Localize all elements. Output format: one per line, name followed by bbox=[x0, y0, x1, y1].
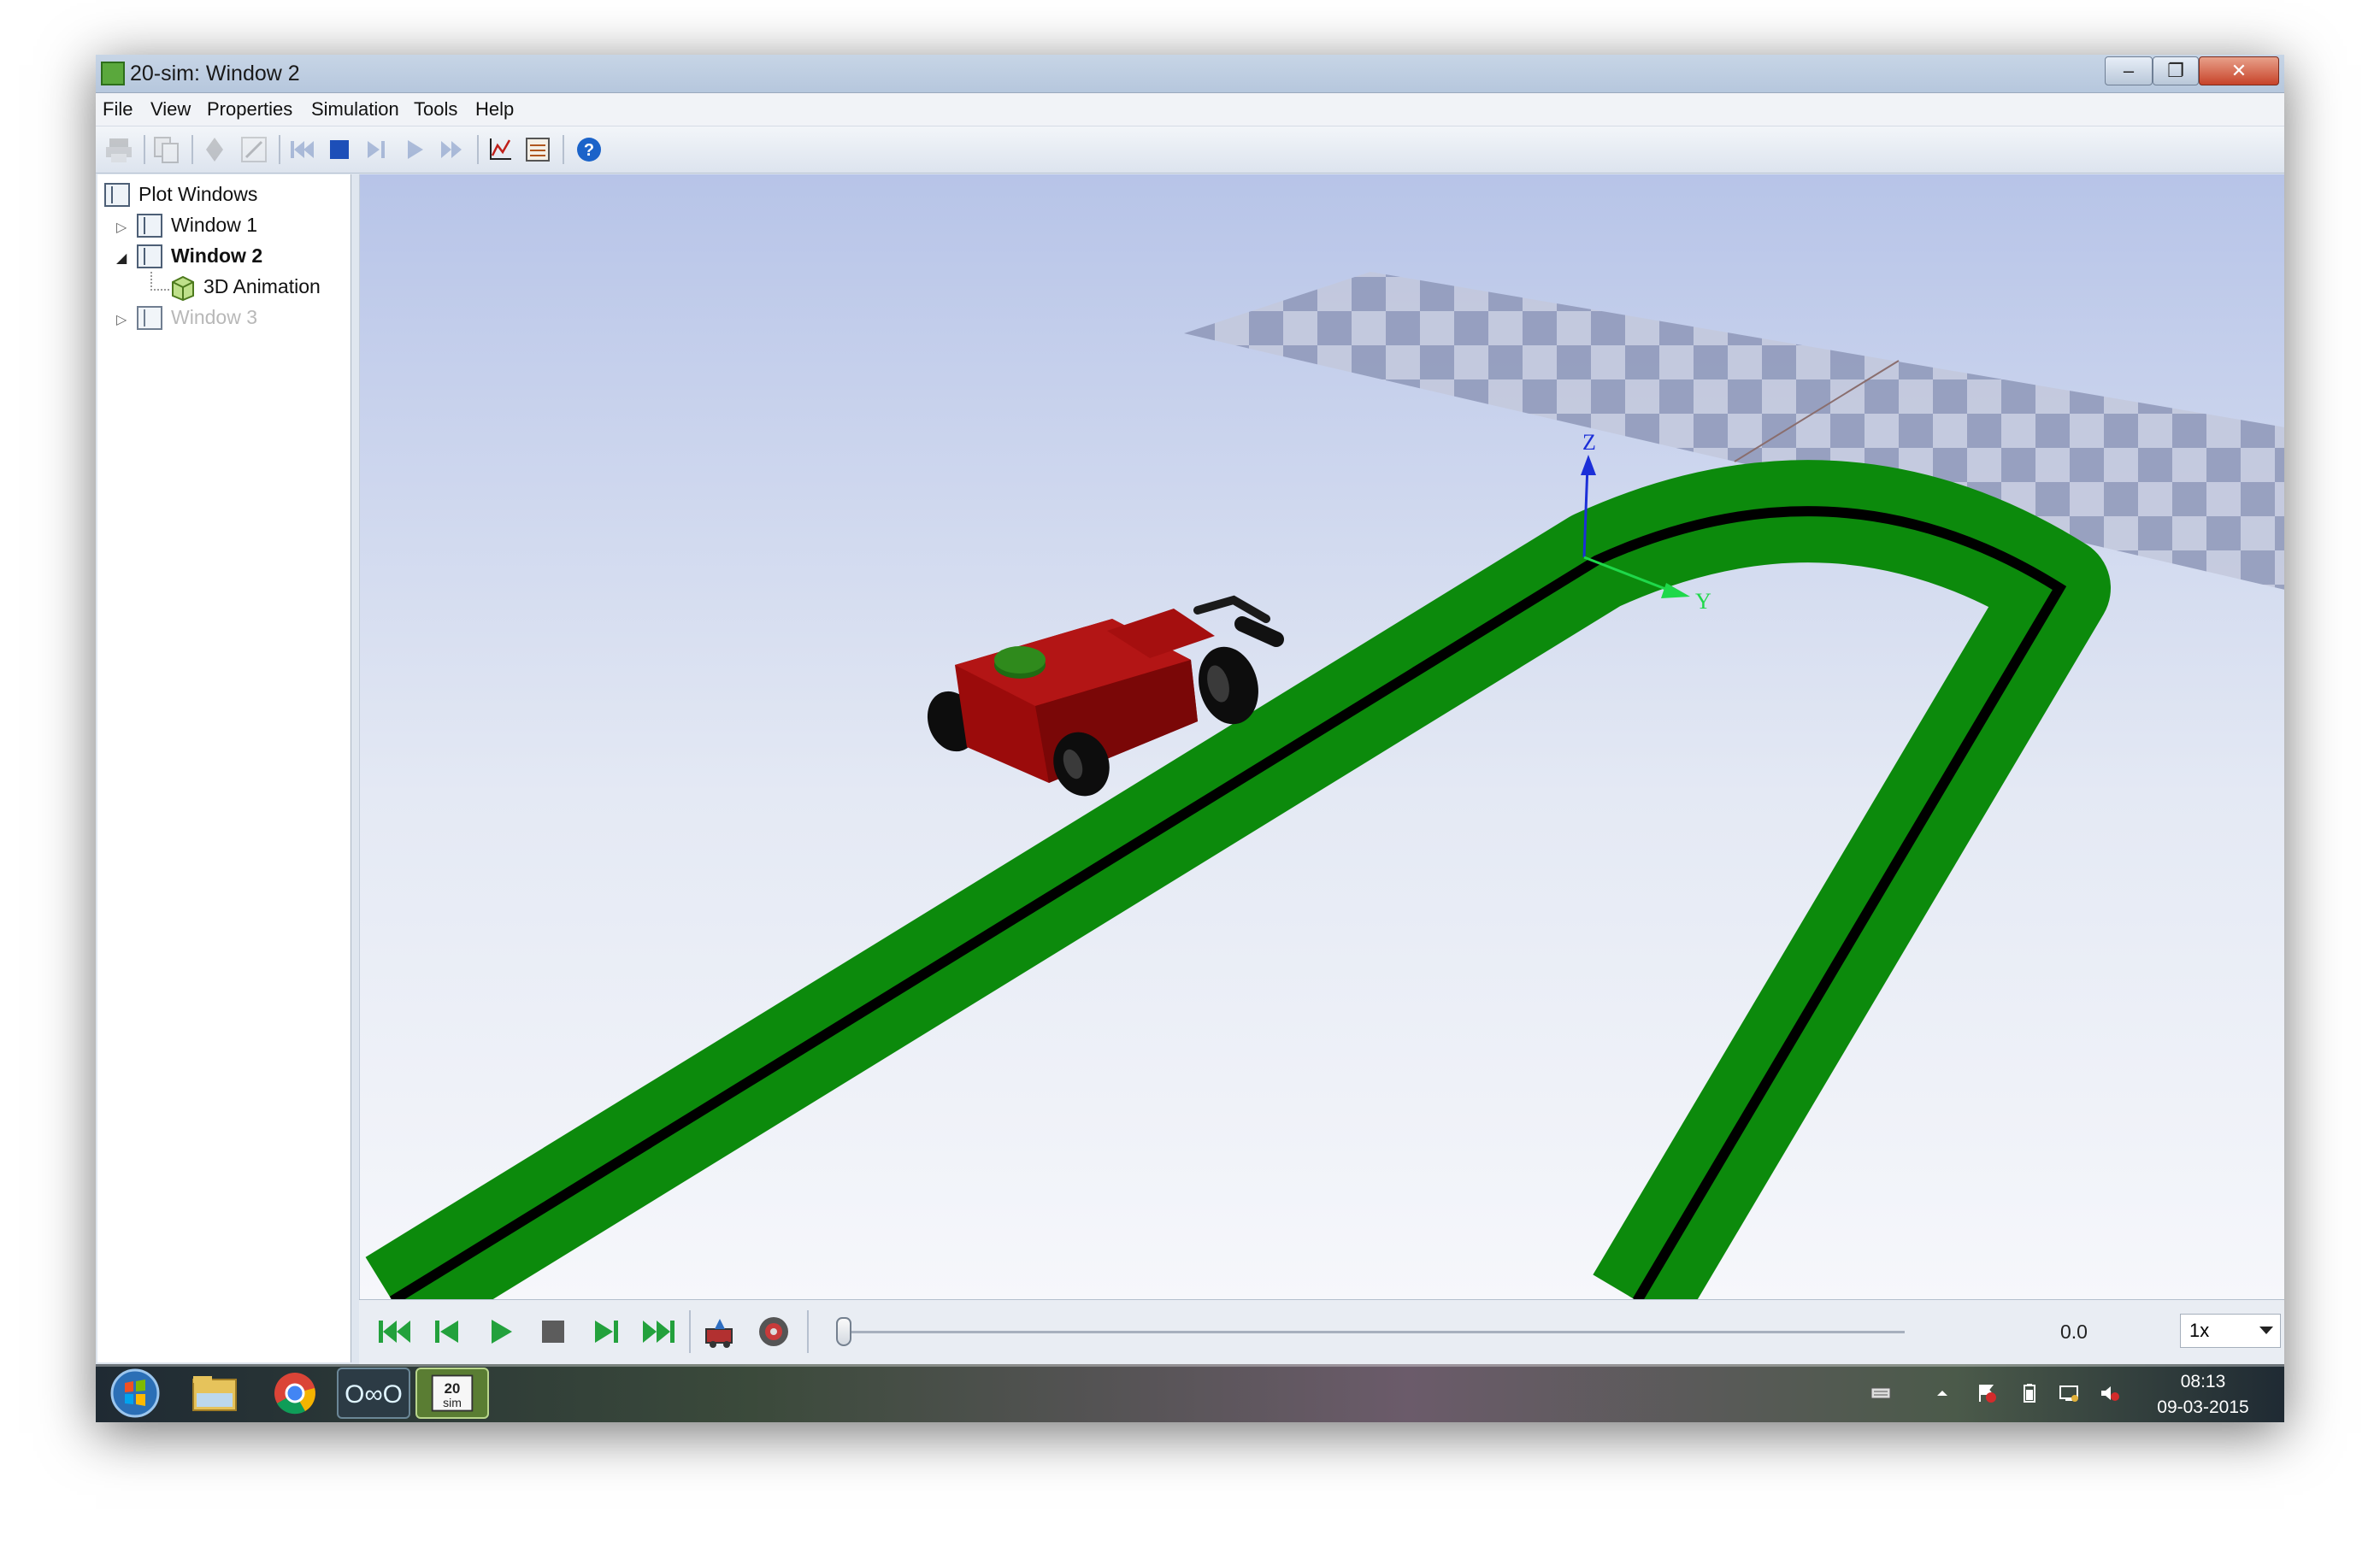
svg-text:?: ? bbox=[584, 141, 594, 160]
copy-icon[interactable] bbox=[152, 135, 181, 164]
minimize-button[interactable]: – bbox=[2105, 56, 2153, 85]
volume-muted-icon[interactable] bbox=[2100, 1383, 2120, 1403]
window-icon bbox=[137, 214, 162, 238]
menu-simulation[interactable]: Simulation bbox=[311, 98, 399, 121]
plot-windows-tree: Plot Windows ▷ Window 1 ◢ Window 2 3D An… bbox=[97, 174, 351, 1362]
time-slider-track[interactable] bbox=[845, 1331, 1905, 1333]
play-icon[interactable] bbox=[480, 1312, 520, 1351]
window-icon bbox=[137, 306, 162, 330]
rewind-toolbar-icon[interactable] bbox=[287, 135, 316, 164]
svg-text:20: 20 bbox=[445, 1380, 461, 1397]
maximize-button[interactable]: ❐ bbox=[2153, 56, 2199, 85]
network-icon[interactable] bbox=[2059, 1383, 2079, 1403]
file-explorer-icon[interactable] bbox=[178, 1368, 251, 1419]
20-sim-taskbar-icon[interactable]: 20sim bbox=[415, 1368, 489, 1419]
z-axis-label: Z bbox=[1582, 430, 1596, 455]
time-slider-thumb[interactable] bbox=[836, 1317, 851, 1346]
help-icon[interactable]: ? bbox=[574, 135, 604, 164]
start-button[interactable] bbox=[101, 1366, 169, 1421]
chevron-down-icon bbox=[2259, 1327, 2273, 1334]
y-axis-label: Y bbox=[1695, 589, 1711, 614]
clock-date: 09-03-2015 bbox=[2157, 1397, 2249, 1417]
show-hidden-icons[interactable] bbox=[1932, 1383, 1953, 1403]
toolbar: ? bbox=[96, 126, 2284, 174]
stop-icon[interactable] bbox=[533, 1312, 573, 1351]
properties-icon[interactable] bbox=[200, 135, 229, 164]
taskbar: O∞O 20 sim 08:13 09-03-2015 bbox=[96, 1364, 2284, 1422]
stop-toolbar-icon[interactable] bbox=[325, 135, 354, 164]
time-value: 0.0 bbox=[2060, 1321, 2088, 1343]
system-clock[interactable]: 08:13 09-03-2015 bbox=[2143, 1369, 2263, 1421]
menu-file[interactable]: File bbox=[103, 98, 133, 121]
camera-icon[interactable] bbox=[701, 1312, 740, 1351]
3d-animation-viewport[interactable]: Z Y 0 1 bbox=[359, 174, 2284, 1301]
svg-text:O∞O: O∞O bbox=[345, 1380, 403, 1409]
close-button[interactable]: ✕ bbox=[2199, 56, 2279, 85]
menu-view[interactable]: View bbox=[150, 98, 191, 121]
openvpn-icon[interactable]: O∞O bbox=[337, 1368, 410, 1419]
play-toolbar-icon[interactable] bbox=[400, 135, 429, 164]
menu-properties[interactable]: Properties bbox=[207, 98, 292, 121]
edit-icon[interactable] bbox=[239, 135, 268, 164]
3d-scene[interactable]: Z Y bbox=[360, 174, 2284, 1301]
desktop-screen: 20-sim: Window 2 – ❐ ✕ File View Propert… bbox=[96, 55, 2284, 1422]
collapse-arrow-icon[interactable]: ◢ bbox=[116, 250, 127, 267]
title-bar: 20-sim: Window 2 – ❐ ✕ bbox=[96, 55, 2284, 93]
keyboard-icon[interactable] bbox=[1870, 1383, 1891, 1403]
clock-time: 08:13 bbox=[2180, 1372, 2226, 1391]
menu-bar: File View Properties Simulation Tools He… bbox=[96, 93, 2284, 126]
render-settings-icon[interactable] bbox=[754, 1312, 793, 1351]
expand-arrow-icon[interactable]: ▷ bbox=[116, 219, 127, 236]
chrome-icon[interactable] bbox=[258, 1368, 332, 1419]
print-icon[interactable] bbox=[104, 135, 133, 164]
window-title: 20-sim: Window 2 bbox=[130, 62, 300, 85]
menu-help[interactable]: Help bbox=[475, 98, 514, 121]
speed-value: 1x bbox=[2189, 1320, 2210, 1341]
app-icon bbox=[101, 62, 125, 85]
step-back-icon[interactable] bbox=[427, 1312, 467, 1351]
cube-icon bbox=[172, 275, 194, 301]
window-icon bbox=[137, 244, 162, 268]
go-to-end-icon[interactable] bbox=[639, 1312, 679, 1351]
go-to-start-icon[interactable] bbox=[374, 1312, 414, 1351]
window-icon bbox=[104, 183, 130, 207]
step-forward-icon[interactable] bbox=[586, 1312, 626, 1351]
expand-arrow-icon[interactable]: ▷ bbox=[116, 311, 127, 328]
animation-control-bar: 0.0 1x bbox=[359, 1299, 2284, 1365]
step-toolbar-icon[interactable] bbox=[362, 135, 392, 164]
speed-dropdown[interactable]: 1x bbox=[2180, 1314, 2281, 1348]
svg-text:sim: sim bbox=[443, 1396, 462, 1409]
plot-properties-icon[interactable] bbox=[486, 135, 515, 164]
battery-icon[interactable] bbox=[2019, 1383, 2040, 1403]
menu-tools[interactable]: Tools bbox=[414, 98, 457, 121]
fast-forward-toolbar-icon[interactable] bbox=[438, 135, 467, 164]
action-center-flag-icon[interactable] bbox=[1976, 1383, 1997, 1403]
plot-settings-icon[interactable] bbox=[523, 135, 552, 164]
